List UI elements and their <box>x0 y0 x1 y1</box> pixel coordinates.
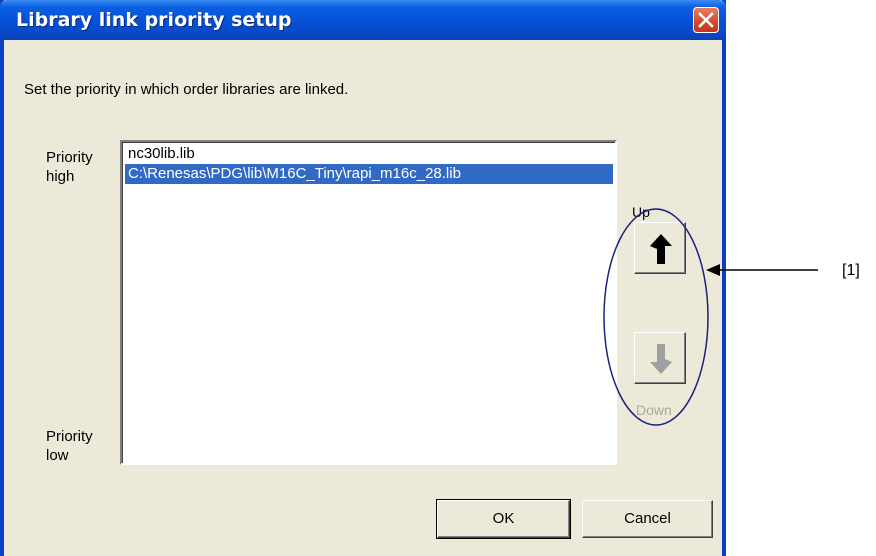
library-listbox[interactable]: nc30lib.lib C:\Renesas\PDG\lib\M16C_Tiny… <box>120 140 617 465</box>
close-icon <box>698 12 714 28</box>
close-button[interactable] <box>693 7 719 33</box>
priority-high-label: Priority high <box>46 149 93 185</box>
priority-low-label: Priority low <box>46 428 93 464</box>
title-bar[interactable]: Library link priority setup <box>0 0 726 40</box>
list-item-selected[interactable]: C:\Renesas\PDG\lib\M16C_Tiny\rapi_m16c_2… <box>125 164 613 184</box>
annotation-arrow-icon <box>706 264 818 276</box>
annotation-ellipse <box>603 208 709 426</box>
list-item[interactable]: nc30lib.lib <box>125 144 195 164</box>
instruction-text: Set the priority in which order librarie… <box>24 81 349 98</box>
window-title: Library link priority setup <box>16 9 292 31</box>
annotation-label: [1] <box>842 262 860 279</box>
ok-button[interactable]: OK <box>436 499 571 539</box>
cancel-button[interactable]: Cancel <box>582 500 713 538</box>
